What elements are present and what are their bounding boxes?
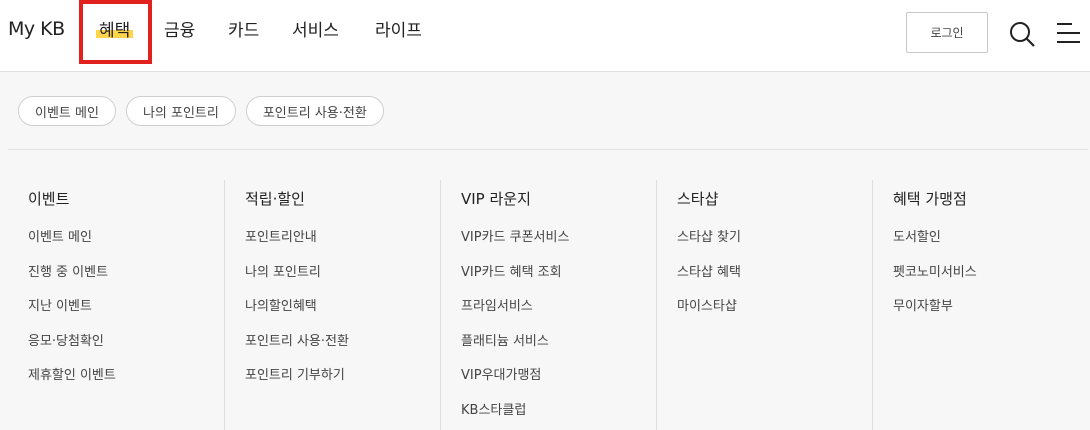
col-title: 혜택 가맹점 [893,190,967,208]
menu-link[interactable]: 스타샵 찾기 [677,228,872,263]
nav-life[interactable]: 라이프 [375,20,422,42]
menu-link[interactable]: VIP카드 쿠폰서비스 [461,228,656,263]
col-title: VIP 라운지 [461,190,531,208]
quick-links: 이벤트 메인 나의 포인트리 포인트리 사용·전환 [18,96,384,126]
nav-card[interactable]: 카드 [228,20,259,42]
top-header: My KB 혜택 금융 카드 서비스 라이프 로그인 [0,0,1090,72]
menu-link[interactable]: 포인트리안내 [245,228,440,263]
menu-link[interactable]: KB스타클럽 [461,401,656,430]
col-vip-lounge: VIP 라운지 VIP카드 쿠폰서비스 VIP카드 혜택 조회 프라임서비스 플… [440,180,656,430]
mega-menu: 이벤트 이벤트 메인 진행 중 이벤트 지난 이벤트 응모·당첨확인 제휴할인 … [8,180,1090,430]
menu-link[interactable]: 펫코노미서비스 [893,263,1088,298]
chip-my-pointree[interactable]: 나의 포인트리 [125,96,236,126]
nav-finance[interactable]: 금융 [164,20,195,42]
menu-link[interactable]: 무이자할부 [893,297,1088,332]
menu-link[interactable]: 포인트리 사용·전환 [245,332,440,367]
menu-link[interactable]: VIP우대가맹점 [461,366,656,401]
col-title: 적립·할인 [245,190,305,208]
col-merchants: 혜택 가맹점 도서할인 펫코노미서비스 무이자할부 [872,180,1088,430]
menu-link[interactable]: 지난 이벤트 [28,297,224,332]
section-divider [8,149,1088,150]
menu-link[interactable]: 진행 중 이벤트 [28,263,224,298]
nav-service[interactable]: 서비스 [292,20,339,42]
menu-link[interactable]: 응모·당첨확인 [28,332,224,367]
chip-event-main[interactable]: 이벤트 메인 [18,96,116,126]
menu-link[interactable]: 포인트리 기부하기 [245,366,440,401]
menu-link[interactable]: 제휴할인 이벤트 [28,366,224,401]
menu-link[interactable]: 도서할인 [893,228,1088,263]
col-title: 이벤트 [28,190,70,208]
chip-pointree-convert[interactable]: 포인트리 사용·전환 [245,96,384,126]
menu-link[interactable]: 플래티늄 서비스 [461,332,656,367]
my-kb-link[interactable]: My KB [8,18,65,40]
menu-link[interactable]: 나의 포인트리 [245,263,440,298]
col-events: 이벤트 이벤트 메인 진행 중 이벤트 지난 이벤트 응모·당첨확인 제휴할인 … [8,180,224,430]
menu-link[interactable]: 스타샵 혜택 [677,263,872,298]
menu-link[interactable]: VIP카드 혜택 조회 [461,263,656,298]
menu-link[interactable]: 프라임서비스 [461,297,656,332]
col-starshop: 스타샵 스타샵 찾기 스타샵 혜택 마이스타샵 [656,180,872,430]
menu-link[interactable]: 나의할인혜택 [245,297,440,332]
search-icon[interactable] [1006,18,1038,50]
menu-icon[interactable] [1052,18,1084,50]
col-title: 스타샵 [677,190,719,208]
login-button[interactable]: 로그인 [906,12,988,53]
col-points: 적립·할인 포인트리안내 나의 포인트리 나의할인혜택 포인트리 사용·전환 포… [224,180,440,430]
menu-link[interactable]: 이벤트 메인 [28,228,224,263]
menu-link[interactable]: 마이스타샵 [677,297,872,332]
focus-highlight-box [79,0,152,64]
